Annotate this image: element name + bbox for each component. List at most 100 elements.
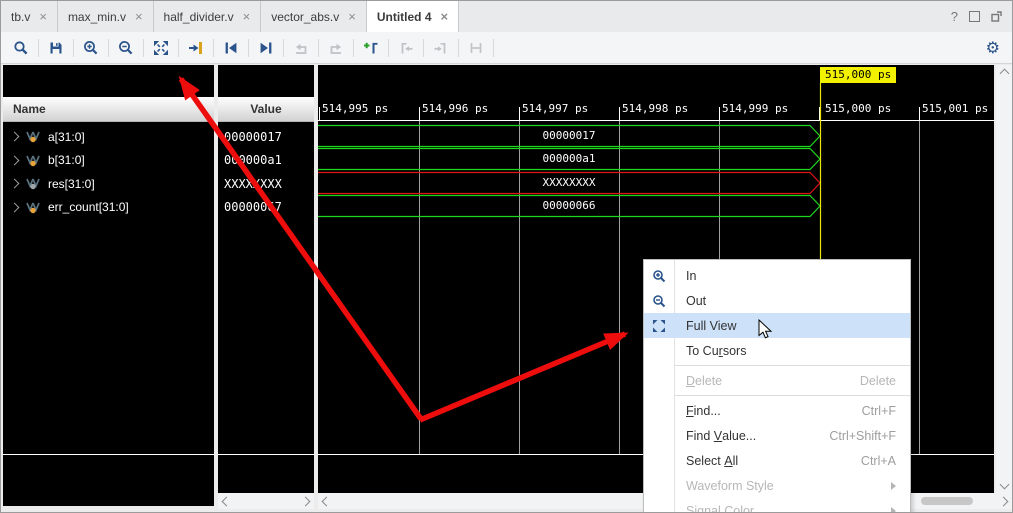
close-icon[interactable]: ×: [243, 10, 251, 23]
tab-label: max_min.v: [68, 10, 126, 24]
ruler-tick-label: 515,001 ps: [922, 102, 988, 115]
menu-item-find[interactable]: Find... Ctrl+F: [644, 398, 910, 423]
scroll-right-icon[interactable]: [301, 496, 311, 506]
previous-transition-icon: [223, 40, 239, 56]
save-icon: [48, 40, 64, 56]
zoom-fit-full-view-button[interactable]: [147, 35, 175, 61]
next-marker-button[interactable]: [427, 35, 455, 61]
add-marker-button[interactable]: [357, 35, 385, 61]
previous-marker-button[interactable]: [392, 35, 420, 61]
bus-signal-icon: [26, 177, 41, 190]
menu-separator: [675, 365, 910, 366]
signal-value-panel: Value 00000017 000000a1 XXXXXXXX 0000006…: [218, 65, 314, 493]
submenu-arrow-icon: [891, 507, 896, 513]
signal-row-res[interactable]: res[31:0]: [3, 172, 214, 195]
value-row: 00000067: [218, 196, 314, 219]
tab-label: half_divider.v: [164, 10, 234, 24]
cursor-time-label[interactable]: 515,000 ps: [820, 67, 896, 83]
settings-gear-icon[interactable]: ⚙: [986, 38, 1000, 57]
wave-toolbar: ⚙: [1, 32, 1012, 64]
scroll-left-icon[interactable]: [322, 496, 332, 506]
close-icon[interactable]: ×: [441, 10, 449, 23]
panel-divider-line: [218, 454, 314, 455]
menu-item-to-cursors[interactable]: To Cursors: [644, 338, 910, 363]
menu-item-signal-color[interactable]: Signal Color: [644, 498, 910, 513]
go-to-time-zero-button[interactable]: [287, 35, 315, 61]
bus-signal-icon: [26, 154, 41, 167]
full-view-icon: [652, 319, 666, 333]
menu-item-select-all[interactable]: Select All Ctrl+A: [644, 448, 910, 473]
tab-max-min-v[interactable]: max_min.v ×: [58, 1, 154, 32]
zoom-out-button[interactable]: [112, 35, 140, 61]
tab-half-divider-v[interactable]: half_divider.v ×: [154, 1, 262, 32]
zoom-in-icon: [652, 269, 666, 283]
expander-chevron-icon[interactable]: [10, 202, 20, 212]
values-horizontal-scrollbar[interactable]: [218, 493, 314, 509]
signal-row-b[interactable]: b[31:0]: [3, 149, 214, 172]
value-row: 000000a1: [218, 149, 314, 172]
bus-value-label: 00000017: [543, 129, 596, 142]
zoom-in-icon: [83, 40, 99, 56]
maximize-icon[interactable]: [969, 11, 980, 22]
panel-divider-line: [3, 454, 214, 455]
name-column-header[interactable]: Name: [3, 97, 214, 122]
menu-item-waveform-style[interactable]: Waveform Style: [644, 473, 910, 498]
close-icon[interactable]: ×: [39, 10, 47, 23]
save-waveform-button[interactable]: [42, 35, 70, 61]
previous-marker-icon: [398, 40, 414, 56]
value-column-header[interactable]: Value: [218, 97, 314, 122]
menu-item-full-view[interactable]: Full View: [644, 313, 910, 338]
next-transition-button[interactable]: [252, 35, 280, 61]
wave-context-menu: In Out Full View To Cursors Delete: [643, 259, 911, 513]
scroll-down-icon[interactable]: [999, 480, 1009, 490]
add-marker-icon: [363, 40, 379, 56]
next-transition-icon: [258, 40, 274, 56]
expander-chevron-icon[interactable]: [10, 155, 20, 165]
ruler-tick-label: 514,995 ps: [322, 102, 388, 115]
window-buttons: ?: [951, 1, 1002, 32]
tab-label: Untitled 4: [377, 10, 432, 24]
go-to-last-time-icon: [328, 40, 344, 56]
swap-cursors-button[interactable]: [462, 35, 490, 61]
bus-value-label: XXXXXXXX: [543, 176, 596, 189]
menu-item-delete[interactable]: Delete Delete: [644, 368, 910, 393]
tab-label: vector_abs.v: [271, 10, 339, 24]
expander-chevron-icon[interactable]: [10, 132, 20, 142]
tab-vector-abs-v[interactable]: vector_abs.v ×: [261, 1, 367, 32]
full-view-icon: [153, 40, 169, 56]
menu-separator: [675, 395, 910, 396]
expander-chevron-icon[interactable]: [10, 179, 20, 189]
zoom-in-button[interactable]: [77, 35, 105, 61]
wave-vertical-scrollbar[interactable]: [996, 65, 1012, 493]
go-to-time-zero-icon: [293, 40, 309, 56]
scroll-left-icon[interactable]: [222, 496, 232, 506]
close-icon[interactable]: ×: [135, 10, 143, 23]
scrollbar-thumb[interactable]: [921, 497, 973, 505]
bus-value-label: 000000a1: [543, 152, 596, 165]
next-marker-icon: [433, 40, 449, 56]
scroll-right-icon[interactable]: [999, 496, 1009, 506]
zoom-out-icon: [652, 294, 666, 308]
previous-transition-button[interactable]: [217, 35, 245, 61]
bus-value-label: 00000066: [543, 199, 596, 212]
tab-bar: tb.v × max_min.v × half_divider.v × vect…: [1, 1, 1012, 33]
menu-item-find-value[interactable]: Find Value... Ctrl+Shift+F: [644, 423, 910, 448]
tab-label: tb.v: [11, 10, 30, 24]
signal-row-a[interactable]: a[31:0]: [3, 125, 214, 148]
menu-item-zoom-out[interactable]: Out: [644, 288, 910, 313]
ruler-tick-label: 514,997 ps: [522, 102, 588, 115]
menu-item-zoom-in[interactable]: In: [644, 263, 910, 288]
float-window-icon[interactable]: [991, 11, 1002, 22]
value-row: 00000017: [218, 125, 314, 148]
scroll-up-icon[interactable]: [999, 69, 1009, 79]
tab-untitled-4[interactable]: Untitled 4 ×: [367, 1, 459, 32]
help-icon[interactable]: ?: [951, 10, 958, 23]
go-to-last-time-button[interactable]: [322, 35, 350, 61]
search-button[interactable]: [7, 35, 35, 61]
tab-tb-v[interactable]: tb.v ×: [1, 1, 58, 32]
close-icon[interactable]: ×: [348, 10, 356, 23]
ruler-tick-label: 515,000 ps: [825, 102, 891, 115]
zoom-to-cursor-button[interactable]: [182, 35, 210, 61]
signal-row-err-count[interactable]: err_count[31:0]: [3, 196, 214, 219]
search-icon: [13, 40, 29, 56]
